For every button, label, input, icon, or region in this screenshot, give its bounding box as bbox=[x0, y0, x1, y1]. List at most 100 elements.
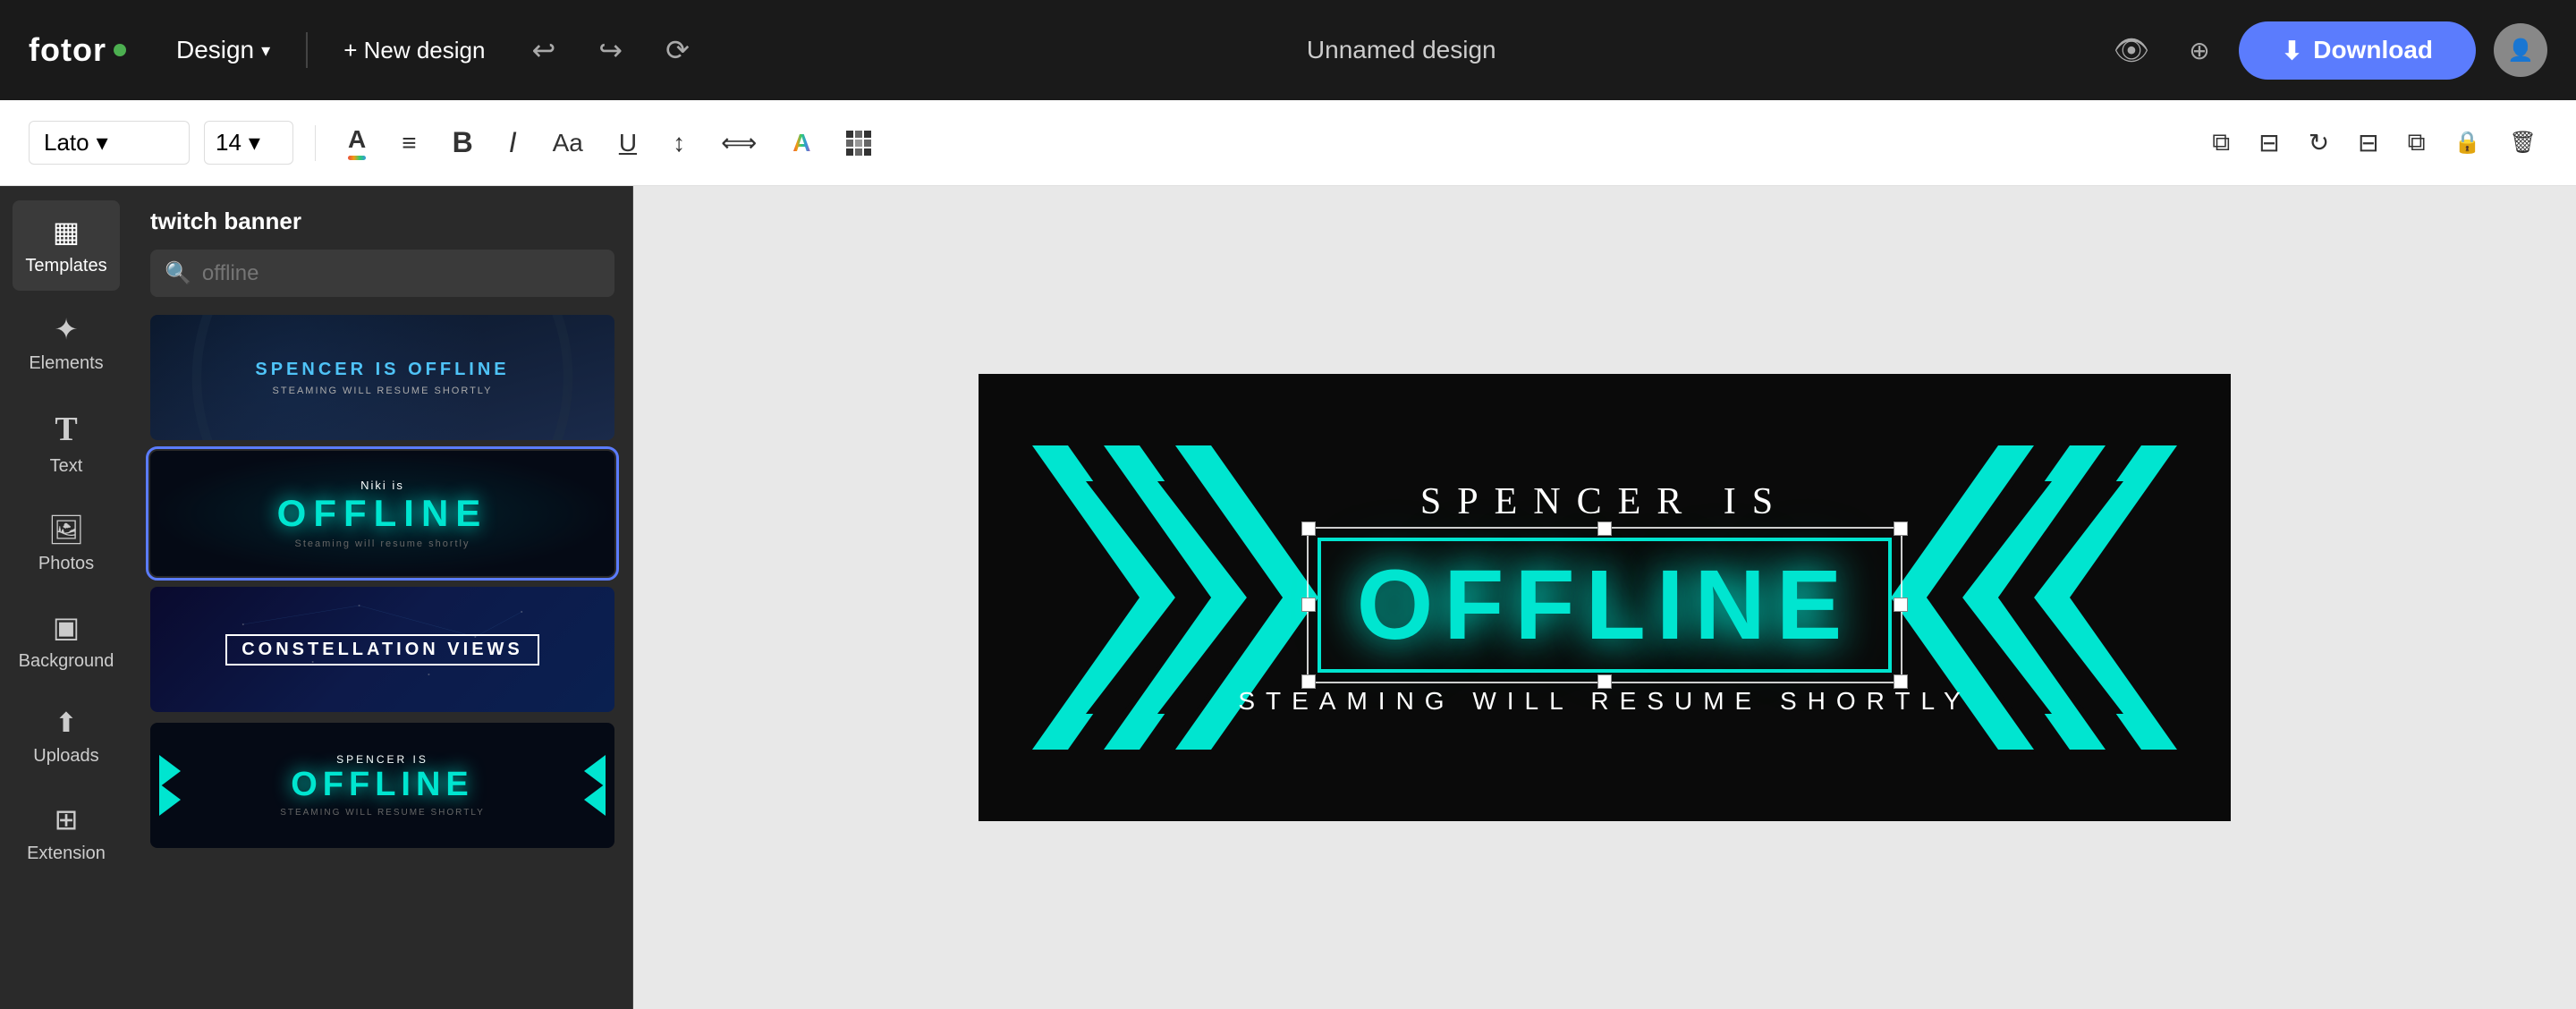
duplicate-icon: ⧉ bbox=[2212, 128, 2230, 157]
fotor-logo: fotor bbox=[29, 31, 126, 69]
duplicate-button[interactable]: ⧉ bbox=[2201, 121, 2241, 165]
rotate-icon: ↻ bbox=[2309, 128, 2329, 157]
letter-spacing-button[interactable]: ⟺ bbox=[710, 121, 767, 165]
separator bbox=[315, 125, 316, 161]
photos-icon: 🖼 bbox=[48, 513, 85, 547]
left-sidebar: ▦ Templates ✦ Elements T Text 🖼 Photos ▣… bbox=[0, 186, 132, 1009]
bold-button[interactable]: B bbox=[442, 119, 484, 166]
text-icon: T bbox=[55, 410, 77, 449]
redo-button[interactable]: ↪ bbox=[588, 26, 633, 74]
line-height-icon: ↕ bbox=[673, 129, 685, 157]
horizontal-align-button[interactable]: ⊟ bbox=[2347, 121, 2389, 165]
handle-mr bbox=[1894, 598, 1908, 612]
search-box: 🔍 bbox=[150, 250, 614, 297]
horizontal-align-icon: ⊟ bbox=[2358, 128, 2378, 157]
sidebar-item-uploads[interactable]: ⬆ Uploads bbox=[13, 693, 120, 781]
align-icon: ≡ bbox=[402, 129, 416, 157]
delete-button[interactable]: 🗑 bbox=[2499, 123, 2547, 163]
line-height-button[interactable]: ↕ bbox=[662, 122, 696, 165]
template-panel: twitch banner 🔍 SPENCER IS OFFLINE STEAM… bbox=[132, 186, 633, 1009]
main-layout: ▦ Templates ✦ Elements T Text 🖼 Photos ▣… bbox=[0, 186, 2576, 1009]
text-color-button[interactable]: A bbox=[337, 118, 377, 167]
color-fill-button[interactable]: A bbox=[782, 122, 821, 165]
chevron-down-icon: ▾ bbox=[261, 39, 270, 62]
chevron-down-icon: ▾ bbox=[97, 129, 108, 157]
new-design-button[interactable]: + New design bbox=[329, 30, 499, 72]
template-card-1[interactable]: SPENCER IS OFFLINE STEAMING WILL RESUME … bbox=[150, 315, 614, 440]
canvas-main-text[interactable]: OFFLINE bbox=[1318, 538, 1893, 673]
text-transform-button[interactable]: Aa bbox=[542, 122, 594, 165]
preview-button[interactable]: 👁 bbox=[2103, 26, 2161, 74]
tpl2-sub: Steaming will resume shortly bbox=[295, 538, 470, 549]
share-icon: ⊕ bbox=[2189, 36, 2209, 65]
underline-button[interactable]: U bbox=[608, 122, 648, 165]
selected-text-container[interactable]: OFFLINE bbox=[1318, 538, 1893, 673]
share-button[interactable]: ⊕ bbox=[2178, 29, 2220, 72]
sidebar-item-extension[interactable]: ⊞ Extension bbox=[13, 788, 120, 878]
text-align-button[interactable]: ≡ bbox=[391, 122, 427, 165]
font-family-select[interactable]: Lato ▾ bbox=[29, 121, 190, 165]
extension-icon: ⊞ bbox=[55, 802, 79, 836]
sidebar-uploads-label: Uploads bbox=[33, 746, 98, 767]
new-design-label: + New design bbox=[343, 37, 485, 64]
effects-button[interactable] bbox=[835, 123, 882, 163]
topbar: fotor Design ▾ + New design ↩ ↪ ⟳ Unname… bbox=[0, 0, 2576, 100]
tpl3-title: CONSTELLATION VIEWS bbox=[225, 634, 539, 666]
template-search-input[interactable] bbox=[202, 261, 600, 286]
sidebar-photos-label: Photos bbox=[38, 554, 94, 574]
canvas-top-text: SPENCER IS bbox=[1420, 480, 1789, 523]
italic-button[interactable]: I bbox=[498, 119, 528, 166]
text-toolbar: Lato ▾ 14 ▾ A ≡ B I Aa U ↕ ⟺ A bbox=[0, 100, 2576, 186]
design-label: Design bbox=[176, 36, 254, 64]
tpl1-sub: STEAMING WILL RESUME SHORTLY bbox=[273, 386, 493, 396]
download-button[interactable]: ⬇ Download bbox=[2239, 21, 2476, 80]
tpl4-small: SPENCER IS bbox=[336, 753, 428, 766]
topbar-divider bbox=[306, 32, 308, 68]
vertical-align-button[interactable]: ⊟ bbox=[2248, 121, 2290, 165]
templates-icon: ▦ bbox=[53, 215, 80, 249]
redo-icon: ↪ bbox=[598, 33, 623, 67]
handle-tl bbox=[1301, 521, 1316, 536]
layers-button[interactable]: ⧉ bbox=[2397, 121, 2436, 165]
design-menu-button[interactable]: Design ▾ bbox=[162, 29, 284, 72]
history-button[interactable]: ⟳ bbox=[655, 26, 700, 74]
rotate-button[interactable]: ↻ bbox=[2298, 121, 2340, 165]
color-gradient-bar bbox=[348, 156, 366, 160]
template-panel-header: twitch banner bbox=[132, 186, 632, 250]
tpl2-big: OFFLINE bbox=[277, 492, 488, 535]
template-card-3[interactable]: CONSTELLATION VIEWS bbox=[150, 587, 614, 712]
canvas-area: SPENCER IS OFFLINE bbox=[633, 186, 2576, 1009]
template-grid: SPENCER IS OFFLINE STEAMING WILL RESUME … bbox=[132, 315, 632, 1009]
topbar-right: 👁 ⊕ ⬇ Download 👤 bbox=[2103, 21, 2547, 80]
canvas-subtitle: STEAMING WILL RESUME SHORTLY bbox=[1238, 687, 1970, 716]
lock-icon: 🔒 bbox=[2454, 130, 2481, 156]
sidebar-item-elements[interactable]: ✦ Elements bbox=[13, 298, 120, 388]
download-icon: ⬇ bbox=[2282, 36, 2302, 65]
template-card-4[interactable]: SPENCER IS OFFLINE STEAMING WILL RESUME … bbox=[150, 723, 614, 848]
spacing-icon: ⟺ bbox=[721, 128, 757, 157]
avatar[interactable]: 👤 bbox=[2494, 23, 2547, 77]
sidebar-extension-label: Extension bbox=[27, 844, 106, 864]
undo-button[interactable]: ↩ bbox=[521, 26, 566, 74]
sidebar-item-templates[interactable]: ▦ Templates bbox=[13, 200, 120, 291]
handle-tm bbox=[1597, 521, 1612, 536]
canvas-wrapper: SPENCER IS OFFLINE bbox=[979, 374, 2231, 821]
underline-icon: U bbox=[619, 129, 637, 157]
lock-button[interactable]: 🔒 bbox=[2444, 123, 2492, 163]
sidebar-item-photos[interactable]: 🖼 Photos bbox=[13, 498, 120, 589]
vertical-align-icon: ⊟ bbox=[2258, 128, 2279, 157]
download-label: Download bbox=[2313, 36, 2433, 64]
trash-icon: 🗑 bbox=[2510, 130, 2537, 156]
sidebar-item-text[interactable]: T Text bbox=[13, 395, 120, 491]
font-size-select[interactable]: 14 ▾ bbox=[204, 121, 293, 165]
toolbar-right-group: ⧉ ⊟ ↻ ⊟ ⧉ 🔒 🗑 bbox=[2201, 121, 2547, 165]
sidebar-item-background[interactable]: ▣ Background bbox=[13, 596, 120, 686]
sidebar-elements-label: Elements bbox=[29, 353, 103, 374]
main-canvas[interactable]: SPENCER IS OFFLINE bbox=[979, 374, 2231, 821]
design-title: Unnamed design bbox=[722, 36, 2081, 64]
template-card-2[interactable]: Niki is OFFLINE Steaming will resume sho… bbox=[150, 451, 614, 576]
uploads-icon: ⬆ bbox=[55, 708, 77, 739]
sidebar-background-label: Background bbox=[19, 651, 114, 672]
elements-icon: ✦ bbox=[55, 312, 79, 346]
pattern-icon bbox=[846, 131, 871, 156]
